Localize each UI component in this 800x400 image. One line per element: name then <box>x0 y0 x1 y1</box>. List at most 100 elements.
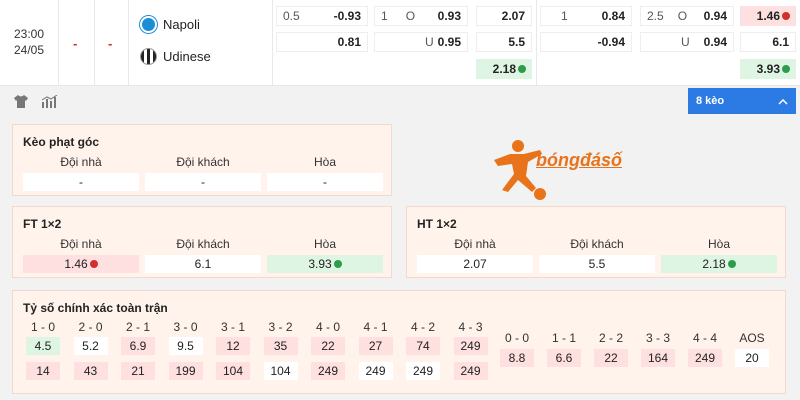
corner-home-odds[interactable]: - <box>23 173 139 191</box>
h1ou-line: 2.5 <box>647 9 664 23</box>
draw-score-head: 1 - 1 <box>551 331 576 345</box>
score-odds-cell[interactable]: 249 <box>453 362 488 380</box>
x1-draw-odds[interactable]: 2.18 <box>476 59 532 79</box>
h1ou-over-odds[interactable]: 2.5 O 0.94 <box>640 6 734 26</box>
x1-draw-value: 2.18 <box>492 62 516 76</box>
score-odds-cell[interactable]: 104 <box>216 362 250 380</box>
h1x-away-odds[interactable]: 6.1 <box>740 32 796 52</box>
home-team[interactable]: Napoli <box>140 16 200 33</box>
score-odds-cell[interactable]: 4.5 <box>26 337 60 355</box>
score-head: 4 - 3 <box>458 320 483 334</box>
score-odds-cell[interactable]: 249 <box>311 362 345 380</box>
ou-over-odds[interactable]: 1 O 0.93 <box>374 6 468 26</box>
corner-away-odds[interactable]: - <box>145 173 261 191</box>
score-odds-cell[interactable]: 14 <box>26 362 60 380</box>
col-home: Đội nhà <box>60 155 102 169</box>
ft-draw-value: 3.93 <box>308 257 332 271</box>
ah-away-odds[interactable]: 0.81 <box>276 32 368 52</box>
score-odds-cell[interactable]: 104 <box>263 362 298 380</box>
more-odds-button[interactable]: 8 kèo <box>688 88 796 114</box>
draw-score-odds-cell[interactable]: 20 <box>735 349 769 367</box>
h1x-away-value: 6.1 <box>772 35 789 49</box>
h1ou-under-odds[interactable]: U 0.94 <box>640 32 734 52</box>
chevron-up-icon <box>778 94 788 108</box>
score-odds-cell[interactable]: 5.2 <box>73 337 108 355</box>
draw-score-odds-cell[interactable]: 22 <box>594 349 628 367</box>
h1x-home-odds[interactable]: 1.46 <box>740 6 796 26</box>
panel-title: FT 1×2 <box>23 217 62 231</box>
score-odds-cell[interactable]: 43 <box>73 362 108 380</box>
h1ou-under-label: U <box>681 35 690 49</box>
ht-home-odds[interactable]: 2.07 <box>417 255 533 273</box>
divider <box>272 0 273 86</box>
away-team[interactable]: Udinese <box>140 48 211 65</box>
h1-home-value: 0.84 <box>601 9 625 23</box>
more-odds-label: 8 kèo <box>696 95 725 107</box>
ou-over-label: O <box>405 9 416 23</box>
x1-home-odds[interactable]: 2.07 <box>476 6 532 26</box>
x1-away-value: 5.5 <box>508 35 525 49</box>
h1ou-over-label: O <box>677 9 688 23</box>
col-draw: Hòa <box>313 155 336 169</box>
match-row: 23:00 24/05 - - Napoli Udinese 0.5 -0.93… <box>0 0 800 86</box>
draw-score-head: 0 - 0 <box>504 331 529 345</box>
h1ou-over-value: 0.94 <box>703 9 727 23</box>
score-odds-cell[interactable]: 249 <box>453 337 488 355</box>
x1-away-odds[interactable]: 5.5 <box>476 32 532 52</box>
corner-draw-odds[interactable]: - <box>267 173 383 191</box>
score-odds-cell[interactable]: 21 <box>121 362 155 380</box>
panel-title: Tỷ số chính xác toàn trận <box>23 301 168 315</box>
h1ou-under-value: 0.94 <box>703 35 727 49</box>
draw-score-odds-cell[interactable]: 249 <box>688 349 722 367</box>
score-head: 4 - 0 <box>315 320 340 334</box>
col-home: Đội nhà <box>60 237 102 251</box>
page: 23:00 24/05 - - Napoli Udinese 0.5 -0.93… <box>0 0 800 400</box>
ah-home-odds[interactable]: 0.5 -0.93 <box>276 6 368 26</box>
col-away: Đội khách <box>176 237 230 251</box>
score-odds-cell[interactable]: 22 <box>311 337 345 355</box>
x1-home-value: 2.07 <box>501 9 525 23</box>
h1x-draw-odds[interactable]: 3.93 <box>740 59 796 79</box>
ht-draw-value: 2.18 <box>702 257 726 271</box>
ft-1x2-panel: FT 1×2 Đội nhà Đội khách Hòa 1.46 6.1 3.… <box>12 206 392 278</box>
h1x-home-value: 1.46 <box>756 9 780 23</box>
draw-score-odds-cell[interactable]: 164 <box>641 349 675 367</box>
ht-1x2-panel: HT 1×2 Đội nhà Đội khách Hòa 2.07 5.5 2.… <box>406 206 786 278</box>
ah-line: 0.5 <box>283 9 300 23</box>
odds-up-icon <box>727 260 736 268</box>
score-odds-cell[interactable]: 12 <box>216 337 250 355</box>
score-head: 2 - 0 <box>78 320 103 334</box>
score-odds-cell[interactable]: 6.9 <box>121 337 155 355</box>
stats-chart-icon[interactable] <box>41 94 58 111</box>
score-odds-cell[interactable]: 199 <box>168 362 203 380</box>
panel-title: Kèo phạt góc <box>23 135 100 149</box>
draw-score-odds-cell[interactable]: 6.6 <box>547 349 581 367</box>
col-away: Đội khách <box>570 237 624 251</box>
score-odds-cell[interactable]: 35 <box>263 337 298 355</box>
score-away: - <box>108 36 113 51</box>
ft-away-odds[interactable]: 6.1 <box>145 255 261 273</box>
draw-score-head: 4 - 4 <box>692 331 717 345</box>
ft-draw-odds[interactable]: 3.93 <box>267 255 383 273</box>
score-odds-cell[interactable]: 9.5 <box>168 337 203 355</box>
h1-away-odds[interactable]: -0.94 <box>540 32 632 52</box>
kickoff-time: 23:00 <box>14 27 45 41</box>
score-odds-cell[interactable]: 74 <box>406 337 440 355</box>
col-away: Đội khách <box>176 155 230 169</box>
draw-score-head: 2 - 2 <box>598 331 623 345</box>
draw-score-odds-cell[interactable]: 8.8 <box>500 349 534 367</box>
udinese-logo-icon <box>140 48 157 65</box>
ht-away-odds[interactable]: 5.5 <box>539 255 655 273</box>
draw-score-head: AOS <box>739 331 765 345</box>
ou-under-odds[interactable]: U 0.95 <box>374 32 468 52</box>
score-head: 3 - 2 <box>268 320 293 334</box>
score-odds-cell[interactable]: 27 <box>358 337 393 355</box>
score-odds-cell[interactable]: 249 <box>358 362 393 380</box>
shirt-icon[interactable] <box>14 95 28 111</box>
score-odds-cell[interactable]: 249 <box>406 362 440 380</box>
ht-draw-odds[interactable]: 2.18 <box>661 255 777 273</box>
col-draw: Hòa <box>313 237 336 251</box>
h1-home-odds[interactable]: 1 0.84 <box>540 6 632 26</box>
ft-home-odds[interactable]: 1.46 <box>23 255 139 273</box>
col-home: Đội nhà <box>454 237 496 251</box>
